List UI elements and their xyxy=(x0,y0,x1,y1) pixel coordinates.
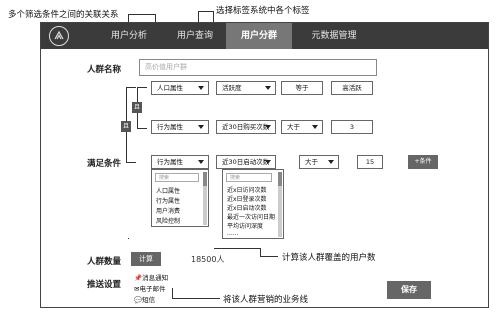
chevron-down-icon xyxy=(265,86,271,90)
row2-category-value: 行为属性 xyxy=(157,123,183,131)
category-scroll-thumb[interactable] xyxy=(203,172,207,186)
tag-option[interactable]: 近x日登录次数 xyxy=(227,194,267,203)
app-window: 用户分析 用户查询 用户分群 元数据管理 人群名称 高价值用户群 满足条件 且 … xyxy=(40,22,489,308)
chevron-down-icon xyxy=(328,160,334,164)
category-option[interactable]: 人口属性 xyxy=(156,186,180,195)
chevron-down-icon xyxy=(265,125,271,129)
row3-operator-value: 大于 xyxy=(305,158,318,166)
chevron-down-icon xyxy=(198,160,204,164)
and-toggle-inner[interactable]: 且 xyxy=(132,102,142,113)
push-option-label: 消息通知 xyxy=(142,274,169,282)
tag-search-placeholder: 搜索 xyxy=(230,175,241,181)
tag-option[interactable]: 最近一次访问日期 xyxy=(227,212,275,221)
leader-line xyxy=(128,238,129,239)
tag-dropdown: 搜索 近x日访问次数 近x日登录次数 近x日启动次数 最近一次访问日期 平均访问… xyxy=(222,169,284,239)
row2-operator-select[interactable]: 大于 xyxy=(281,120,323,134)
chat-icon: 💬 xyxy=(134,296,143,304)
leader-line xyxy=(214,248,260,249)
and-toggle-outer[interactable]: 且 xyxy=(121,121,131,132)
tag-option[interactable]: 平均访问深度 xyxy=(227,221,263,230)
count-value: 18500人 xyxy=(191,255,225,264)
row2-tag-select[interactable]: 近30日购买次数 xyxy=(216,120,276,134)
category-option[interactable]: 风险控制 xyxy=(156,216,180,225)
push-option-sms[interactable]: 💬短信 xyxy=(134,294,155,304)
tag-option[interactable]: 近x日启动次数 xyxy=(227,203,267,212)
push-option-notification[interactable]: 📌消息通知 xyxy=(134,272,168,282)
row2-operator-value: 大于 xyxy=(287,123,300,131)
leader-line xyxy=(172,298,220,299)
chevron-down-icon xyxy=(312,125,318,129)
annotation-tag-system: 选择标签系统中各个标签 xyxy=(216,6,310,16)
row1-value[interactable]: 高活跃 xyxy=(331,81,373,95)
row1-category-select[interactable]: 人口属性 xyxy=(151,81,209,95)
push-option-email[interactable]: ✉电子邮件 xyxy=(134,283,165,293)
row3-tag-value: 近30日启动次数 xyxy=(222,158,270,166)
nav-user-query[interactable]: 用户查询 xyxy=(165,23,225,49)
row2-category-select[interactable]: 行为属性 xyxy=(151,120,209,134)
segment-name-label: 人群名称 xyxy=(87,65,122,75)
category-option[interactable]: 行为属性 xyxy=(156,196,180,205)
row2-tag-value: 近30日购买次数 xyxy=(222,123,270,131)
row3-value[interactable]: 15 xyxy=(357,155,383,169)
chevron-down-icon xyxy=(198,125,204,129)
tag-option[interactable]: ...... xyxy=(227,230,238,237)
tag-search-input[interactable]: 搜索 xyxy=(226,173,272,182)
pin-icon: 📌 xyxy=(134,274,143,282)
category-dropdown: 搜索 人口属性 行为属性 用户消费 风险控制 xyxy=(151,169,209,227)
push-option-label: 短信 xyxy=(142,296,156,304)
nav-user-segmentation[interactable]: 用户分群 xyxy=(226,23,292,49)
chevron-down-icon xyxy=(265,160,271,164)
push-label: 推送设置 xyxy=(87,280,122,290)
segment-name-input[interactable]: 高价值用户群 xyxy=(139,59,377,76)
row2-value[interactable]: 3 xyxy=(331,120,373,134)
nav-metadata-management[interactable]: 元数据管理 xyxy=(299,23,369,49)
calculate-button[interactable]: 计算 xyxy=(131,252,161,266)
save-button[interactable]: 保存 xyxy=(387,281,431,299)
category-search-placeholder: 搜索 xyxy=(159,175,170,181)
leader-line xyxy=(172,288,173,299)
nav-user-analysis[interactable]: 用户分析 xyxy=(99,23,159,49)
row1-operator[interactable]: 等于 xyxy=(281,81,323,95)
leader-line xyxy=(260,256,278,257)
row1-tag-value: 活跃度 xyxy=(222,84,242,92)
row1-category-value: 人口属性 xyxy=(157,84,183,92)
tag-option[interactable]: 近x日访问次数 xyxy=(227,185,267,194)
add-condition-button[interactable]: +条件 xyxy=(408,155,438,169)
row3-operator-select[interactable]: 大于 xyxy=(299,155,339,169)
top-nav-bar: 用户分析 用户查询 用户分群 元数据管理 xyxy=(41,23,488,49)
row3-tag-select[interactable]: 近30日启动次数 xyxy=(216,155,276,169)
category-search-input[interactable]: 搜索 xyxy=(155,173,199,182)
logo-icon xyxy=(49,26,69,46)
chevron-down-icon xyxy=(198,86,204,90)
row3-category-select[interactable]: 行为属性 xyxy=(151,155,209,169)
annotation-relation: 多个筛选条件之间的关联关系 xyxy=(8,10,119,20)
row3-category-value: 行为属性 xyxy=(157,158,183,166)
push-option-label: 电子邮件 xyxy=(139,285,166,293)
leader-line xyxy=(128,14,156,15)
annotation-channel: 将该人群营销的业务线 xyxy=(223,295,309,305)
count-label: 人群数量 xyxy=(87,257,122,267)
tag-scroll-thumb[interactable] xyxy=(278,172,282,186)
condition-label: 满足条件 xyxy=(87,159,122,169)
annotation-count: 计算该人群覆盖的用户数 xyxy=(282,253,376,263)
row1-tag-select[interactable]: 活跃度 xyxy=(216,81,276,95)
category-option[interactable]: 用户消费 xyxy=(156,206,180,215)
leader-line xyxy=(260,248,261,257)
leader-line xyxy=(198,11,214,12)
